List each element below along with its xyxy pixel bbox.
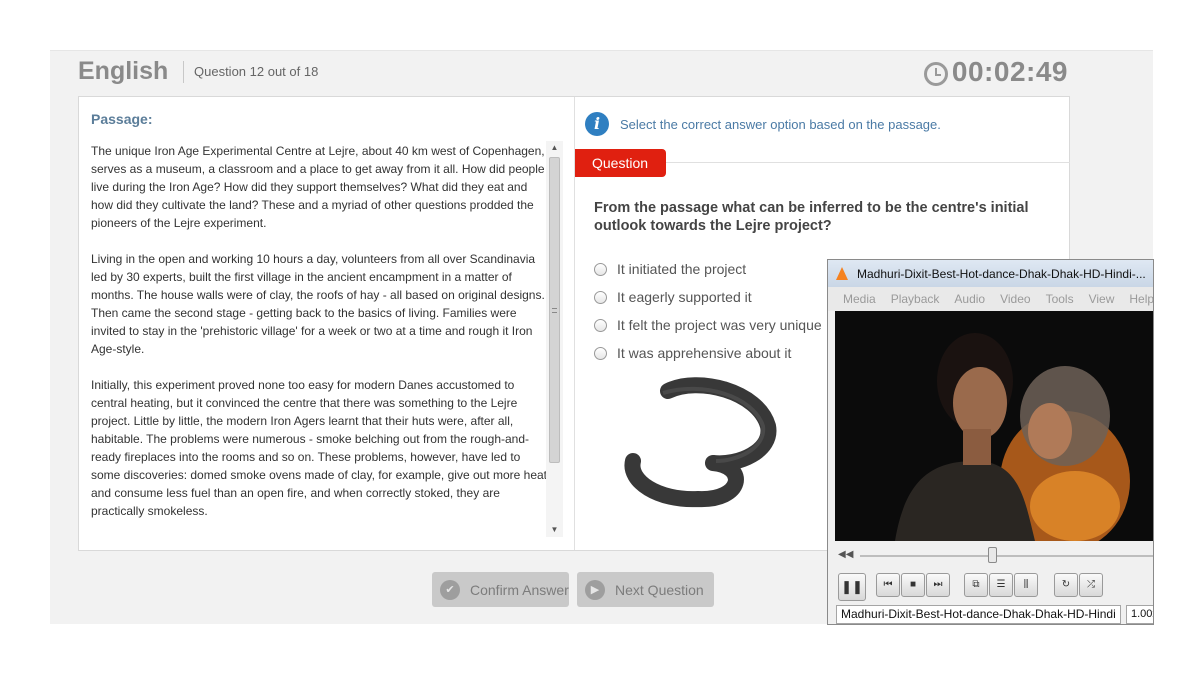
passage-paragraph: Living in the open and working 10 hours … — [91, 252, 545, 356]
question-text: From the passage what can be inferred to… — [594, 200, 1029, 234]
option-label: It felt the project was very unique — [617, 317, 822, 333]
menu-video[interactable]: Video — [1000, 292, 1030, 306]
clock-icon — [923, 62, 948, 86]
next-question-label: Next Question — [615, 581, 704, 598]
menu-help[interactable]: Help — [1129, 292, 1153, 306]
radio-button[interactable] — [594, 290, 607, 304]
option-label: It initiated the project — [617, 261, 747, 277]
answer-options: It initiated the project It eagerly supp… — [594, 255, 822, 367]
previous-icon[interactable]: ⏮ — [876, 573, 900, 597]
vlc-status-filename: Madhuri-Dixit-Best-Hot-dance-Dhak-Dhak-H… — [836, 605, 1121, 624]
answer-option[interactable]: It initiated the project — [594, 255, 822, 283]
scroll-up-arrow-icon[interactable]: ▲ — [546, 141, 563, 155]
shuffle-icon[interactable]: ⤮ — [1079, 573, 1103, 597]
radio-button[interactable] — [594, 262, 607, 276]
header-divider — [183, 61, 184, 83]
pause-icon[interactable]: ❚❚ — [838, 573, 866, 601]
info-icon: i — [585, 112, 609, 136]
answer-option[interactable]: It was apprehensive about it — [594, 339, 822, 367]
vlc-window-title: Madhuri-Dixit-Best-Hot-dance-Dhak-Dhak-H… — [857, 266, 1146, 281]
timer: 00:02:49 — [923, 56, 1068, 88]
passage-scrollbar[interactable]: ▲ ▼ — [546, 141, 563, 537]
video-frame[interactable] — [835, 311, 1154, 541]
answer-option[interactable]: It felt the project was very unique — [594, 311, 822, 339]
extended-settings-icon[interactable]: ⫼ — [1014, 573, 1038, 597]
question-counter: Question 12 out of 18 — [194, 64, 319, 79]
answer-option[interactable]: It eagerly supported it — [594, 283, 822, 311]
confirm-answer-button[interactable]: ✔ Confirm Answer — [432, 572, 569, 607]
rewind-icon[interactable]: ◀◀ — [838, 549, 853, 560]
menu-audio[interactable]: Audio — [954, 292, 985, 306]
scrollbar-thumb[interactable] — [549, 157, 560, 463]
question-tab: Question — [575, 149, 666, 177]
stop-icon[interactable]: ■ — [901, 573, 925, 597]
option-label: It eagerly supported it — [617, 289, 752, 305]
vlc-menu-bar: Media Playback Audio Video Tools View He… — [828, 287, 1153, 311]
loop-icon[interactable]: ↻ — [1054, 573, 1078, 597]
playlist-icon[interactable]: ☰ — [989, 573, 1013, 597]
vlc-playback-rate[interactable]: 1.00x — [1126, 605, 1153, 624]
vlc-player-window[interactable]: Madhuri-Dixit-Best-Hot-dance-Dhak-Dhak-H… — [827, 259, 1154, 625]
passage-pane: Passage: The unique Iron Age Experimenta… — [79, 97, 575, 550]
next-icon[interactable]: ⏭ — [926, 573, 950, 597]
timer-value: 00:02:49 — [951, 56, 1068, 87]
check-circle-icon: ✔ — [440, 579, 460, 600]
passage-paragraph: The unique Iron Age Experimental Centre … — [91, 144, 545, 230]
menu-media[interactable]: Media — [843, 292, 876, 306]
seek-track[interactable] — [860, 555, 1153, 557]
menu-view[interactable]: View — [1089, 292, 1115, 306]
handwritten-scribble — [624, 377, 777, 508]
menu-tools[interactable]: Tools — [1046, 292, 1074, 306]
subject-title: English — [78, 57, 169, 85]
passage-text: The unique Iron Age Experimental Centre … — [91, 142, 547, 538]
screen: English Question 12 out of 18 00:02:49 P… — [0, 0, 1204, 674]
scroll-down-arrow-icon[interactable]: ▼ — [546, 523, 563, 537]
fullscreen-icon[interactable]: ⧉ — [964, 573, 988, 597]
option-label: It was apprehensive about it — [617, 345, 792, 361]
radio-button[interactable] — [594, 346, 607, 360]
next-question-button[interactable]: ▶ Next Question — [577, 572, 714, 607]
seek-handle[interactable] — [988, 547, 997, 563]
passage-paragraph: Initially, this experiment proved none t… — [91, 378, 547, 518]
vlc-cone-icon — [836, 267, 848, 280]
play-circle-icon: ▶ — [585, 579, 605, 600]
passage-label: Passage: — [91, 111, 153, 127]
grip-icon — [552, 308, 557, 313]
menu-playback[interactable]: Playback — [891, 292, 940, 306]
instruction-text: Select the correct answer option based o… — [620, 117, 941, 132]
vlc-title-bar[interactable]: Madhuri-Dixit-Best-Hot-dance-Dhak-Dhak-H… — [828, 260, 1153, 287]
vlc-seek-bar[interactable]: ◀◀ — [838, 547, 1153, 563]
radio-button[interactable] — [594, 318, 607, 332]
confirm-answer-label: Confirm Answer — [470, 581, 569, 598]
